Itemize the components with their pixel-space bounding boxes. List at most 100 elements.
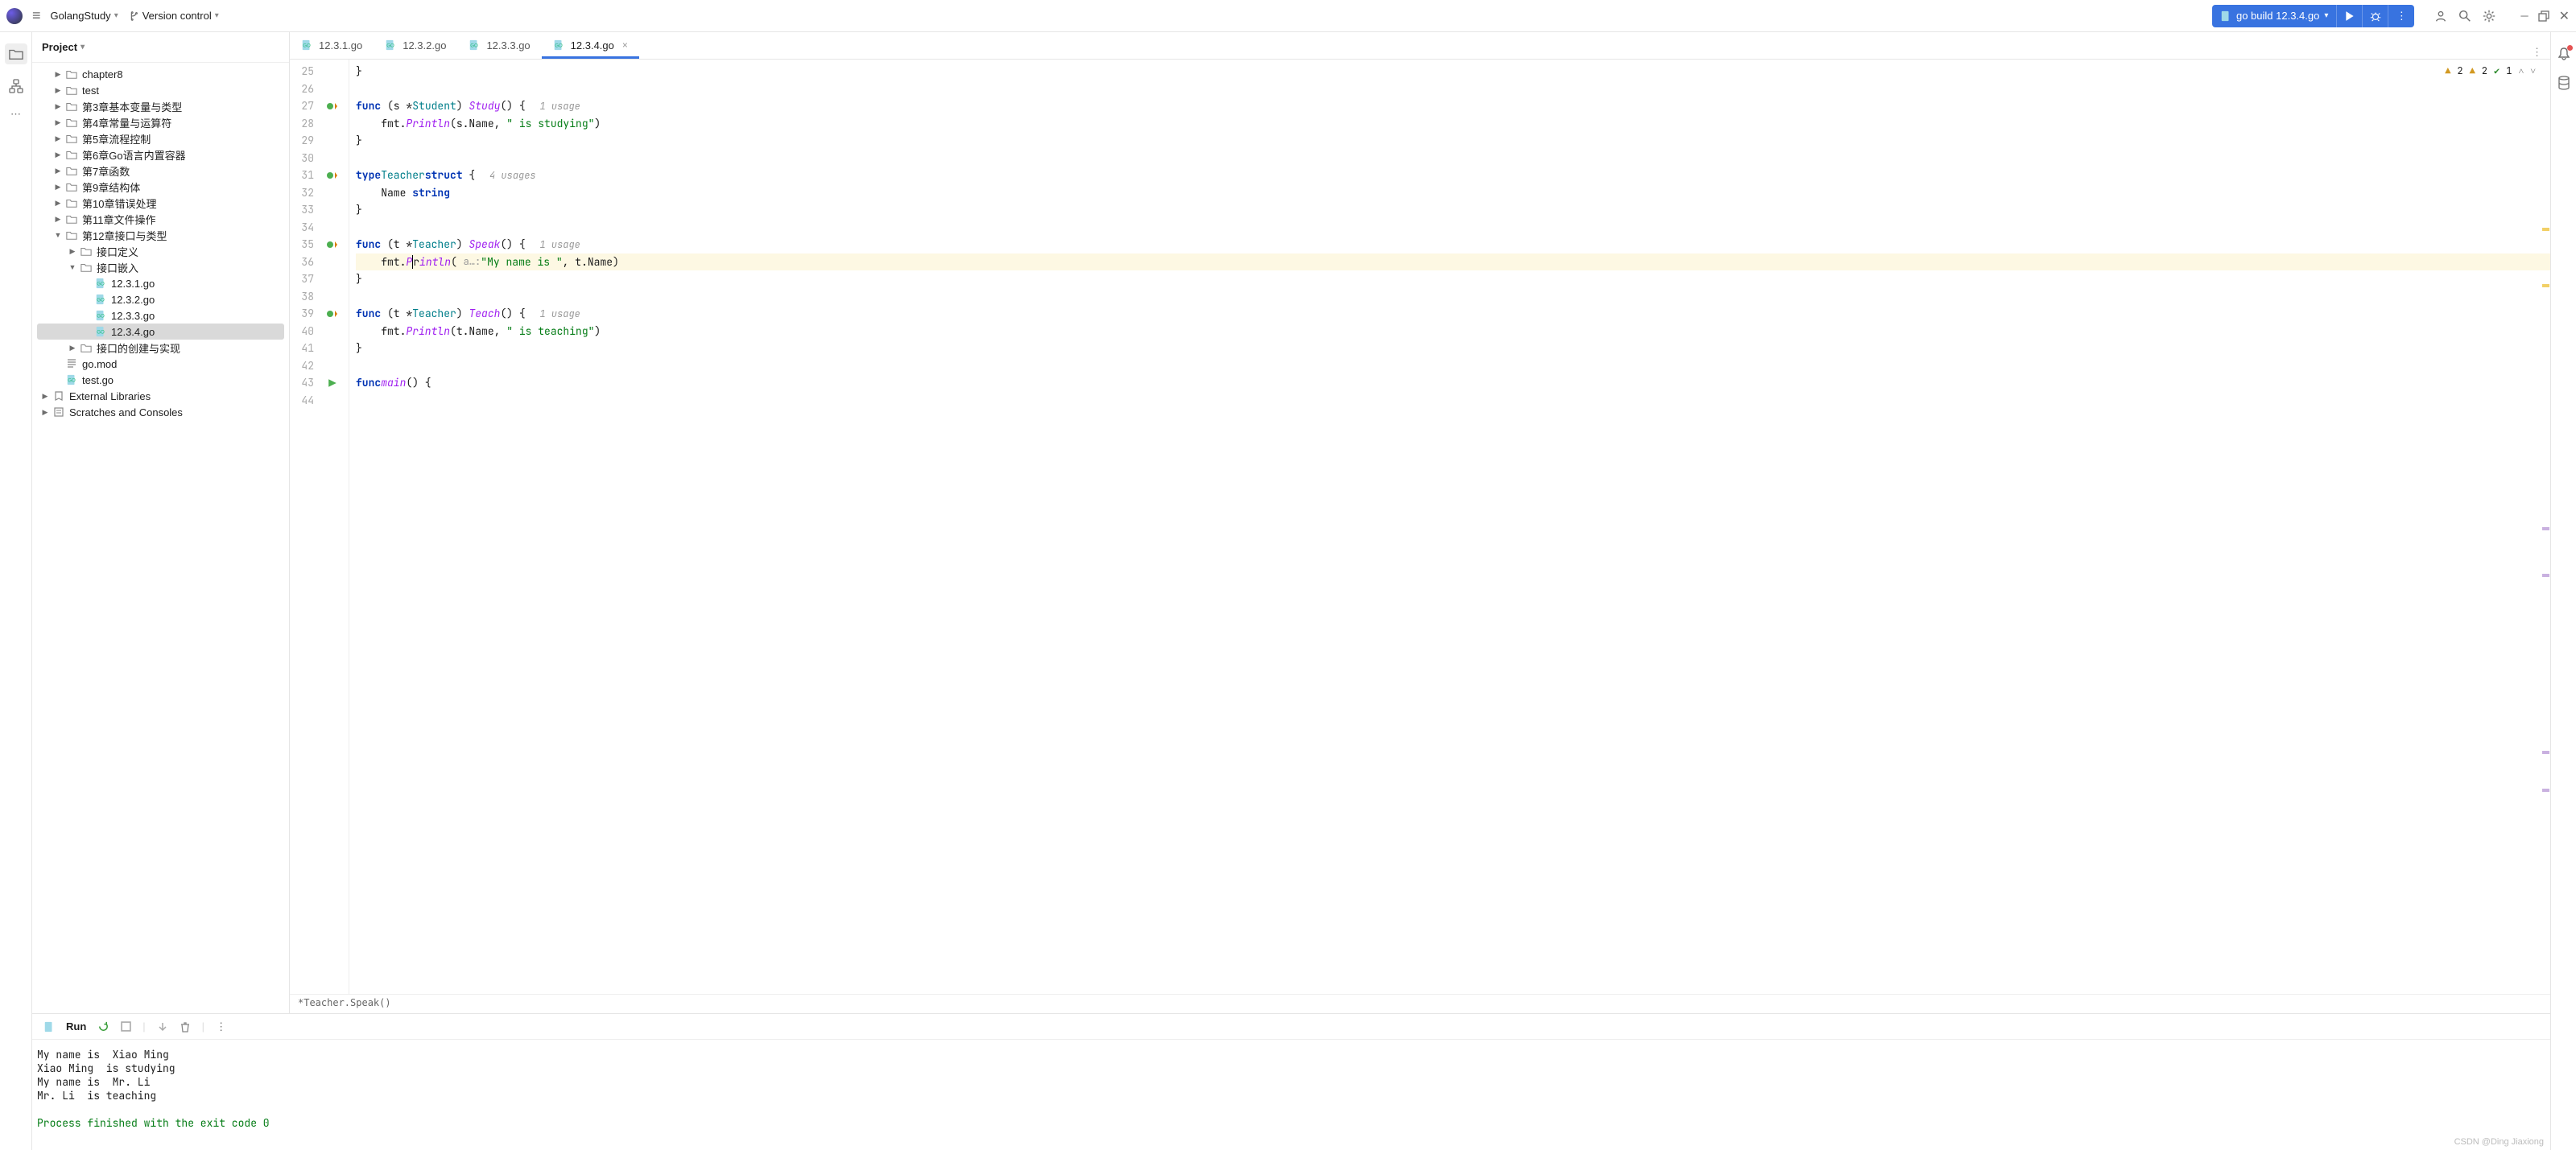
breadcrumb[interactable]: *Teacher.Speak(): [290, 994, 2550, 1013]
gutter-mark[interactable]: [319, 240, 346, 249]
code-line[interactable]: [356, 150, 2550, 167]
tree-item[interactable]: GOtest.go: [37, 372, 284, 388]
tree-twisty[interactable]: ▶: [53, 215, 63, 224]
tree-twisty[interactable]: ▼: [68, 263, 77, 271]
search-icon[interactable]: [2458, 9, 2472, 23]
tree-item[interactable]: ▶第9章结构体: [37, 179, 284, 195]
tree-item[interactable]: GO12.3.3.go: [37, 307, 284, 324]
code-line[interactable]: [356, 392, 2550, 410]
account-icon[interactable]: [2434, 9, 2448, 23]
tree-item[interactable]: ▶chapter8: [37, 66, 284, 82]
tree-twisty[interactable]: ▶: [53, 70, 63, 79]
tree-item[interactable]: ▶External Libraries: [37, 388, 284, 404]
code-line[interactable]: }: [356, 340, 2550, 357]
code-line[interactable]: }: [356, 270, 2550, 288]
code-line[interactable]: func (t *Teacher) Teach() { 1 usage: [356, 305, 2550, 323]
tree-twisty[interactable]: ▶: [68, 344, 77, 352]
tree-item[interactable]: ▶第4章常量与运算符: [37, 114, 284, 130]
tree-twisty[interactable]: ▶: [53, 102, 63, 111]
code-line[interactable]: Name string: [356, 184, 2550, 202]
tree-twisty[interactable]: ▼: [53, 231, 63, 239]
tree-twisty[interactable]: ▶: [53, 134, 63, 143]
tree-item[interactable]: ▶第7章函数: [37, 163, 284, 179]
tree-twisty[interactable]: ▶: [53, 86, 63, 95]
editor-content[interactable]: } func (s *Student) Study() { 1 usage fmt…: [349, 60, 2550, 994]
tree-twisty[interactable]: ▶: [53, 118, 63, 127]
gutter-mark[interactable]: [319, 378, 346, 388]
code-line[interactable]: [356, 80, 2550, 98]
tree-twisty[interactable]: ▶: [53, 150, 63, 159]
restore-button[interactable]: [2538, 10, 2549, 22]
menu-icon[interactable]: ≡: [32, 7, 41, 24]
more-run-button[interactable]: ⋮: [2388, 5, 2414, 27]
settings-icon[interactable]: [2482, 9, 2496, 23]
editor-tab[interactable]: GO12.3.4.go×: [542, 31, 639, 59]
more-tools-icon[interactable]: ⋯: [10, 108, 21, 121]
editor-tab[interactable]: GO12.3.3.go: [457, 31, 541, 59]
tree-twisty[interactable]: ▶: [68, 247, 77, 256]
tree-item[interactable]: ▶第11章文件操作: [37, 211, 284, 227]
tree-item[interactable]: GO12.3.2.go: [37, 291, 284, 307]
project-name-dropdown[interactable]: GolangStudy ▾: [51, 10, 118, 22]
code-line[interactable]: func (s *Student) Study() { 1 usage: [356, 97, 2550, 115]
tree-item[interactable]: ▶第3章基本变量与类型: [37, 98, 284, 114]
debug-button[interactable]: [2363, 5, 2388, 27]
editor-tab[interactable]: GO12.3.1.go: [290, 31, 374, 59]
tree-item[interactable]: go.mod: [37, 356, 284, 372]
code-line[interactable]: [356, 288, 2550, 306]
error-stripe[interactable]: [2541, 60, 2550, 994]
run-config[interactable]: go build 12.3.4.go ▾ ⋮: [2212, 5, 2414, 27]
trash-icon[interactable]: [180, 1021, 191, 1033]
structure-tool-icon[interactable]: [9, 79, 23, 93]
code-line[interactable]: }: [356, 63, 2550, 80]
gutter-mark[interactable]: [319, 171, 346, 180]
close-button[interactable]: ✕: [2559, 8, 2570, 24]
project-tree[interactable]: ▶chapter8▶test▶第3章基本变量与类型▶第4章常量与运算符▶第5章流…: [32, 63, 289, 1013]
tree-item[interactable]: ▶第5章流程控制: [37, 130, 284, 146]
tabs-more-icon[interactable]: ⋮: [2524, 46, 2550, 59]
tree-twisty[interactable]: ▶: [53, 183, 63, 192]
tree-item[interactable]: ▼第12章接口与类型: [37, 227, 284, 243]
kebab-icon[interactable]: ⋮: [216, 1020, 226, 1033]
gutter-mark[interactable]: [319, 101, 346, 111]
code-line[interactable]: }: [356, 132, 2550, 150]
tree-item[interactable]: ▶第10章错误处理: [37, 195, 284, 211]
database-tool-icon[interactable]: [2557, 76, 2570, 90]
tree-item[interactable]: ▶接口定义: [37, 243, 284, 259]
editor-tab[interactable]: GO12.3.2.go: [374, 31, 457, 59]
inspection-widget[interactable]: ▲2 ▲2 ✔1 ˄ ˅: [2445, 64, 2536, 77]
version-control-dropdown[interactable]: Version control ▾: [128, 10, 219, 22]
stop-icon[interactable]: [121, 1021, 131, 1032]
tree-twisty[interactable]: ▶: [40, 392, 50, 401]
next-highlight-icon[interactable]: ˅: [2530, 64, 2536, 77]
chevron-down-icon[interactable]: ▾: [80, 43, 85, 52]
rerun-icon[interactable]: [97, 1020, 109, 1033]
tree-item[interactable]: ▶test: [37, 82, 284, 98]
code-line[interactable]: type Teacher struct { 4 usages: [356, 167, 2550, 184]
tree-twisty[interactable]: ▶: [40, 408, 50, 417]
gutter-mark[interactable]: [319, 309, 346, 319]
run-output[interactable]: My name is Xiao Ming Xiao Ming is studyi…: [32, 1040, 2550, 1150]
code-line[interactable]: fmt.Println(t.Name, " is teaching"): [356, 323, 2550, 340]
code-line[interactable]: fmt.Println( a…: "My name is ", t.Name): [356, 253, 2550, 271]
tree-twisty[interactable]: ▶: [53, 199, 63, 208]
close-icon[interactable]: ×: [622, 39, 628, 51]
code-line[interactable]: fmt.Println(s.Name, " is studying"): [356, 115, 2550, 133]
code-line[interactable]: func (t *Teacher) Speak() { 1 usage: [356, 236, 2550, 253]
code-line[interactable]: func main() {: [356, 374, 2550, 392]
tree-item[interactable]: ▶Scratches and Consoles: [37, 404, 284, 420]
project-tool-icon[interactable]: [5, 43, 27, 64]
tree-item[interactable]: GO12.3.1.go: [37, 275, 284, 291]
tree-item[interactable]: ▼接口嵌入: [37, 259, 284, 275]
prev-highlight-icon[interactable]: ˄: [2518, 64, 2524, 77]
code-line[interactable]: [356, 357, 2550, 375]
run-config-selector[interactable]: go build 12.3.4.go ▾: [2212, 5, 2337, 27]
tree-item[interactable]: ▶第6章Go语言内置容器: [37, 146, 284, 163]
down-arrow-icon[interactable]: [157, 1021, 168, 1033]
tree-item[interactable]: GO12.3.4.go: [37, 324, 284, 340]
code-line[interactable]: }: [356, 201, 2550, 219]
tree-item[interactable]: ▶接口的创建与实现: [37, 340, 284, 356]
run-button[interactable]: [2337, 5, 2363, 27]
minimize-button[interactable]: ─: [2520, 10, 2528, 22]
tree-twisty[interactable]: ▶: [53, 167, 63, 175]
